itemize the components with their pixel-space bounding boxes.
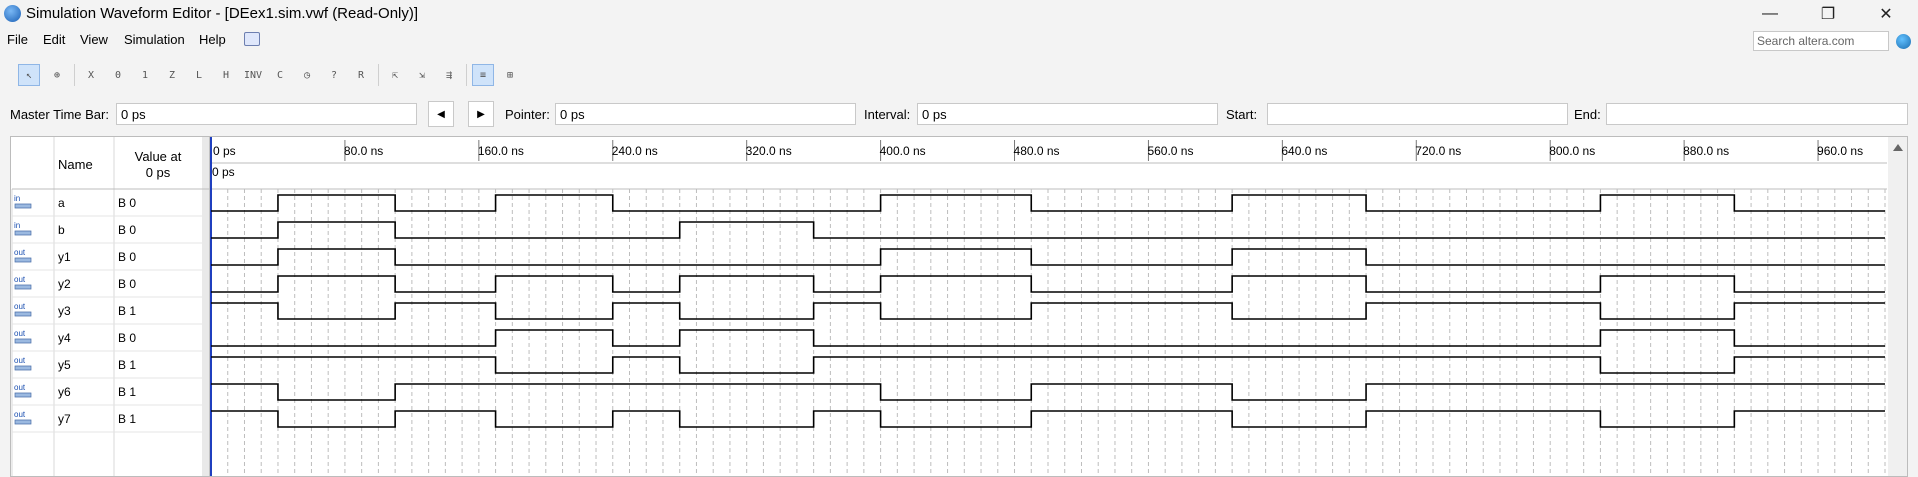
out-pin-icon: out	[14, 248, 26, 257]
out-pin-icon: out	[14, 410, 26, 419]
pin-shape-icon	[14, 365, 32, 371]
axis-tick-label: 240.0 ns	[612, 144, 658, 158]
pin-shape-icon	[14, 203, 32, 209]
out-pin-icon: out	[14, 356, 26, 365]
axis-tick-label: 720.0 ns	[1415, 144, 1461, 158]
axis-tick-label: 400.0 ns	[880, 144, 926, 158]
pin-shape-icon	[14, 311, 32, 317]
axis-tick-label: 960.0 ns	[1817, 144, 1863, 158]
signal-value: B 0	[118, 223, 136, 237]
axis-tick-label: 880.0 ns	[1683, 144, 1729, 158]
signal-name: a	[58, 196, 65, 210]
signal-value: B 1	[118, 304, 136, 318]
pin-shape-icon	[14, 230, 32, 236]
in-pin-icon: in	[14, 194, 20, 203]
pin-shape-icon	[14, 419, 32, 425]
pin-shape-icon	[14, 392, 32, 398]
axis-tick-label: 80.0 ns	[344, 144, 383, 158]
signal-value: B 1	[118, 358, 136, 372]
out-pin-icon: out	[14, 302, 26, 311]
out-pin-icon: out	[14, 383, 26, 392]
signal-name: y2	[58, 277, 71, 291]
signal-name: y4	[58, 331, 71, 345]
out-pin-icon: out	[14, 275, 26, 284]
axis-tick-label: 560.0 ns	[1147, 144, 1193, 158]
signal-name: y7	[58, 412, 71, 426]
signal-name: y6	[58, 385, 71, 399]
axis-tick-label: 160.0 ns	[478, 144, 524, 158]
signal-value: B 1	[118, 385, 136, 399]
signal-value: B 0	[118, 196, 136, 210]
axis-tick-label: 0 ps	[213, 144, 236, 158]
pin-shape-icon	[14, 257, 32, 263]
signal-name: b	[58, 223, 65, 237]
axis-tick-label: 800.0 ns	[1549, 144, 1595, 158]
signal-value: B 0	[118, 277, 136, 291]
out-pin-icon: out	[14, 329, 26, 338]
axis-tick-label: 320.0 ns	[746, 144, 792, 158]
signal-value: B 1	[118, 412, 136, 426]
signal-name: y5	[58, 358, 71, 372]
pin-shape-icon	[14, 338, 32, 344]
signal-name: y1	[58, 250, 71, 264]
waveform-canvas[interactable]: 0 ps 80.0 ns 160.0 ns 240.0 ns 320.0 ns 400.0…	[0, 0, 1918, 477]
axis-tick-label: 480.0 ns	[1014, 144, 1060, 158]
vertical-scrollbar	[1888, 137, 1907, 476]
pin-shape-icon	[14, 284, 32, 290]
signal-value: B 0	[118, 250, 136, 264]
axis-tick-label: 640.0 ns	[1281, 144, 1327, 158]
splitter	[202, 137, 210, 476]
signal-name: y3	[58, 304, 71, 318]
in-pin-icon: in	[14, 221, 20, 230]
cursor-time-label: 0 ps	[212, 165, 235, 179]
signal-value: B 0	[118, 331, 136, 345]
